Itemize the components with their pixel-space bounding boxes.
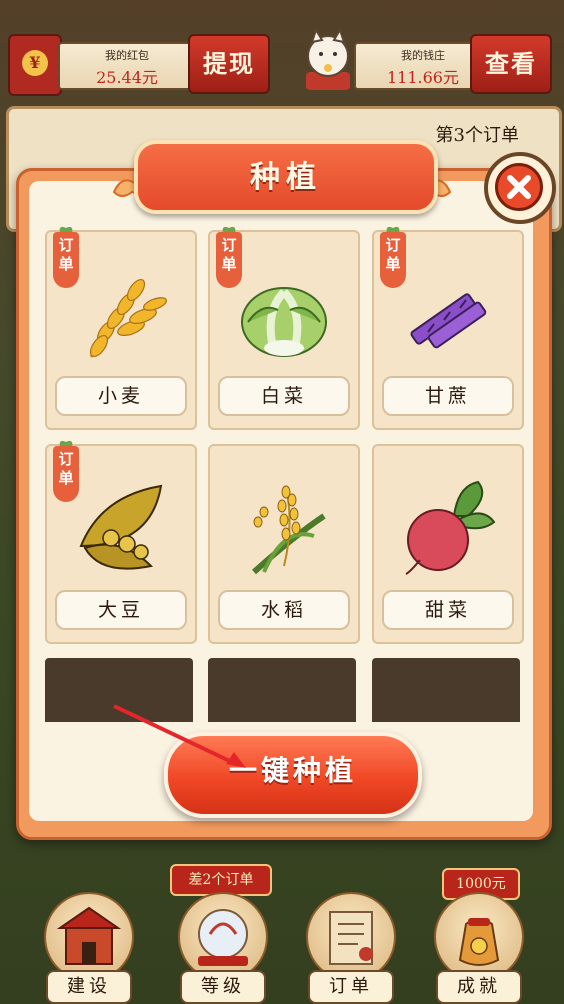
nav-orders[interactable]: 订单 [304, 880, 396, 1004]
crop-card-rice[interactable]: 水稻 [208, 444, 360, 644]
view-bank-button[interactable]: 查看 [470, 34, 552, 94]
red-envelope-icon: ¥ [8, 34, 62, 96]
red-packet-label: 我的红包 [105, 49, 149, 62]
crop-card-wheat[interactable]: 订单 小麦 [45, 226, 197, 430]
nav-achievement-label: 成就 [436, 970, 522, 1004]
modal-title: 种植 [250, 160, 322, 195]
soybean-icon [79, 484, 163, 570]
nav-level-label: 等级 [180, 970, 266, 1004]
nav-build-label: 建设 [46, 970, 132, 1004]
crop-name-plate: 白菜 [218, 376, 350, 416]
crop-name-plate: 水稻 [218, 590, 350, 630]
locked-crop-card [372, 658, 520, 722]
nav-achievement[interactable]: 成就 [432, 880, 524, 1004]
nav-level[interactable]: 等级 [176, 880, 268, 1004]
level-icon [178, 892, 268, 982]
bottom-nav: 差2个订单 1000元 建设 等级 订单 成就 [0, 860, 564, 1004]
building-icon [44, 892, 134, 982]
rice-icon [251, 485, 326, 575]
red-packet-value: 25.44元 [96, 68, 158, 87]
crop-card-soybean[interactable]: 订单 大豆 [45, 440, 197, 644]
pointer-arrow-icon [113, 704, 246, 768]
wheat-icon [89, 278, 168, 358]
crop-card-cabbage[interactable]: 订单 白菜 [208, 226, 360, 430]
close-icon [495, 163, 543, 211]
bank-wallet: 我的钱庄 111.66元 查看 [306, 34, 556, 94]
cabbage-icon [241, 287, 327, 357]
beet-icon [405, 480, 496, 575]
red-packet-info: 我的红包 25.44元 [58, 42, 196, 90]
money-bag-icon [434, 892, 524, 982]
close-button[interactable] [484, 152, 556, 224]
top-bar: ¥ 我的红包 25.44元 提现 我的钱庄 111.66元 查看 [0, 0, 564, 100]
sugarcane-icon [410, 293, 487, 349]
crop-name-plate: 甘蔗 [382, 376, 514, 416]
red-packet-wallet: ¥ 我的红包 25.44元 提现 [8, 34, 270, 96]
modal-title-banner: 种植 [134, 140, 438, 214]
nav-orders-label: 订单 [308, 970, 394, 1004]
scroll-icon [306, 892, 396, 982]
crop-name-plate: 甜菜 [382, 590, 514, 630]
crop-name-plate: 小麦 [55, 376, 187, 416]
crop-name-plate: 大豆 [55, 590, 187, 630]
nav-build[interactable]: 建设 [42, 880, 134, 1004]
order-title: 第3个订单 [435, 125, 519, 146]
crop-card-beet[interactable]: 甜菜 [372, 444, 524, 644]
crop-card-sugarcane[interactable]: 订单 甘蔗 [372, 226, 524, 430]
withdraw-button[interactable]: 提现 [188, 34, 270, 94]
